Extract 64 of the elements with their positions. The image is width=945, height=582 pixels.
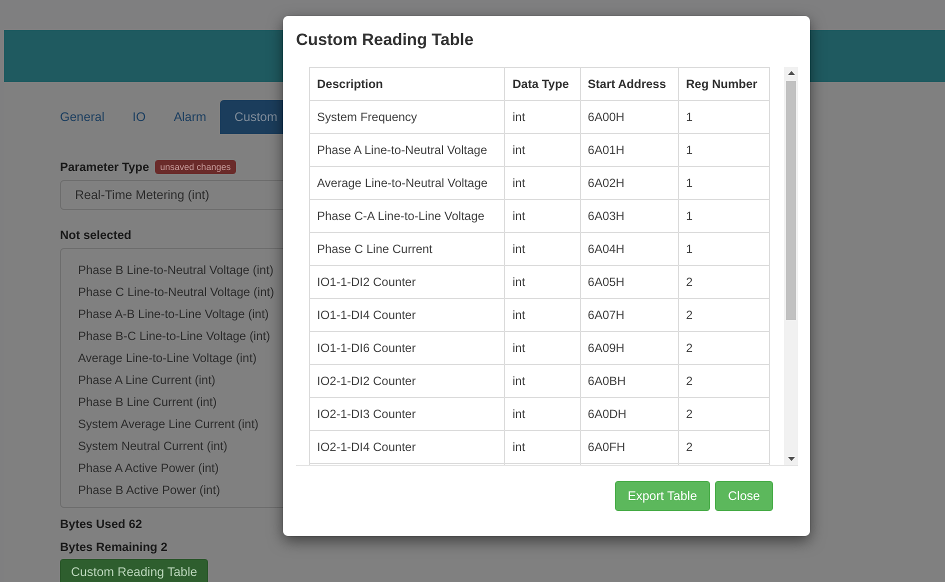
- scrollbar[interactable]: [784, 67, 798, 465]
- tab[interactable]: Alarm: [160, 100, 220, 134]
- modal-title: Custom Reading Table: [295, 30, 475, 51]
- unsaved-badge: unsaved changes: [155, 160, 236, 174]
- table-cell: 6A05H: [580, 266, 678, 298]
- table-cell: 6A0FH: [580, 430, 678, 464]
- column-header: Start Address: [580, 68, 678, 100]
- bytes-used-text: Bytes Used 62: [60, 517, 142, 531]
- bytes-remaining-text: Bytes Remaining 2: [60, 540, 168, 554]
- table-cell: Average Line-to-Neutral Voltage: [310, 166, 505, 200]
- table-cell: int: [504, 298, 580, 332]
- table-cell: 6A00H: [580, 100, 678, 134]
- table-cell: IO1-1-DI6 Counter: [310, 332, 505, 364]
- table-cell: Phase C Line Current: [310, 232, 505, 266]
- table-cell: 1: [678, 232, 770, 266]
- table-cell: 6A03H: [580, 200, 678, 232]
- table-cell: 6A0BH: [580, 364, 678, 398]
- export-button[interactable]: Export Table: [614, 481, 710, 511]
- table-cell: 2: [678, 430, 770, 464]
- table-cell: 1: [678, 134, 770, 166]
- table-cell: System Frequency: [310, 100, 505, 134]
- table-cell: 1: [678, 166, 770, 200]
- field-label: Not selected: [60, 228, 132, 242]
- table-cell: IO2-1-DI4 Counter: [310, 430, 505, 464]
- tab[interactable]: IO: [118, 100, 160, 134]
- column-header: Description: [310, 68, 505, 100]
- table-cell: int: [504, 232, 580, 266]
- tab[interactable]: General: [46, 100, 118, 134]
- table-cell: IO1-1-DI2 Counter: [310, 266, 505, 298]
- table-cell: 1: [678, 200, 770, 232]
- table-cell: int: [504, 134, 580, 166]
- table-cell: 1: [678, 100, 770, 134]
- table-cell: 6A02H: [580, 166, 678, 200]
- table-cell: int: [504, 100, 580, 134]
- field-label: Parameter Type: [60, 160, 150, 174]
- table-cell: 2: [678, 298, 770, 332]
- table-cell: 2: [678, 364, 770, 398]
- table-cell: int: [504, 200, 580, 232]
- table-cell: int: [504, 364, 580, 398]
- table-cell: int: [504, 430, 580, 464]
- close-button[interactable]: Close: [715, 481, 773, 511]
- table-cell: 2: [678, 332, 770, 364]
- table-cell: int: [504, 398, 580, 430]
- table-cell: int: [504, 332, 580, 364]
- table-cell: IO2-1-DI3 Counter: [310, 398, 505, 430]
- custom-reading-table-button[interactable]: Custom Reading Table: [60, 559, 208, 582]
- table-cell: 6A07H: [580, 298, 678, 332]
- table-cell: int: [504, 266, 580, 298]
- table-cell: 6A01H: [580, 134, 678, 166]
- scroll-down-icon[interactable]: [788, 457, 794, 461]
- scrollbar-thumb[interactable]: [786, 81, 796, 320]
- table-cell: IO2-1-DI2 Counter: [310, 364, 505, 398]
- table-cell: 6A09H: [580, 332, 678, 364]
- table-cell: Phase C-A Line-to-Line Voltage: [310, 200, 505, 232]
- column-header: Reg Number: [678, 68, 770, 100]
- column-header: Data Type: [504, 68, 580, 100]
- table-cell: Phase A Line-to-Neutral Voltage: [310, 134, 505, 166]
- table-cell: 2: [678, 398, 770, 430]
- table-cell: 6A04H: [580, 232, 678, 266]
- scroll-up-icon[interactable]: [788, 71, 794, 75]
- table-cell: 6A0DH: [580, 398, 678, 430]
- table-cell: 2: [678, 266, 770, 298]
- table-cell: int: [504, 166, 580, 200]
- table-cell: IO1-1-DI4 Counter: [310, 298, 505, 332]
